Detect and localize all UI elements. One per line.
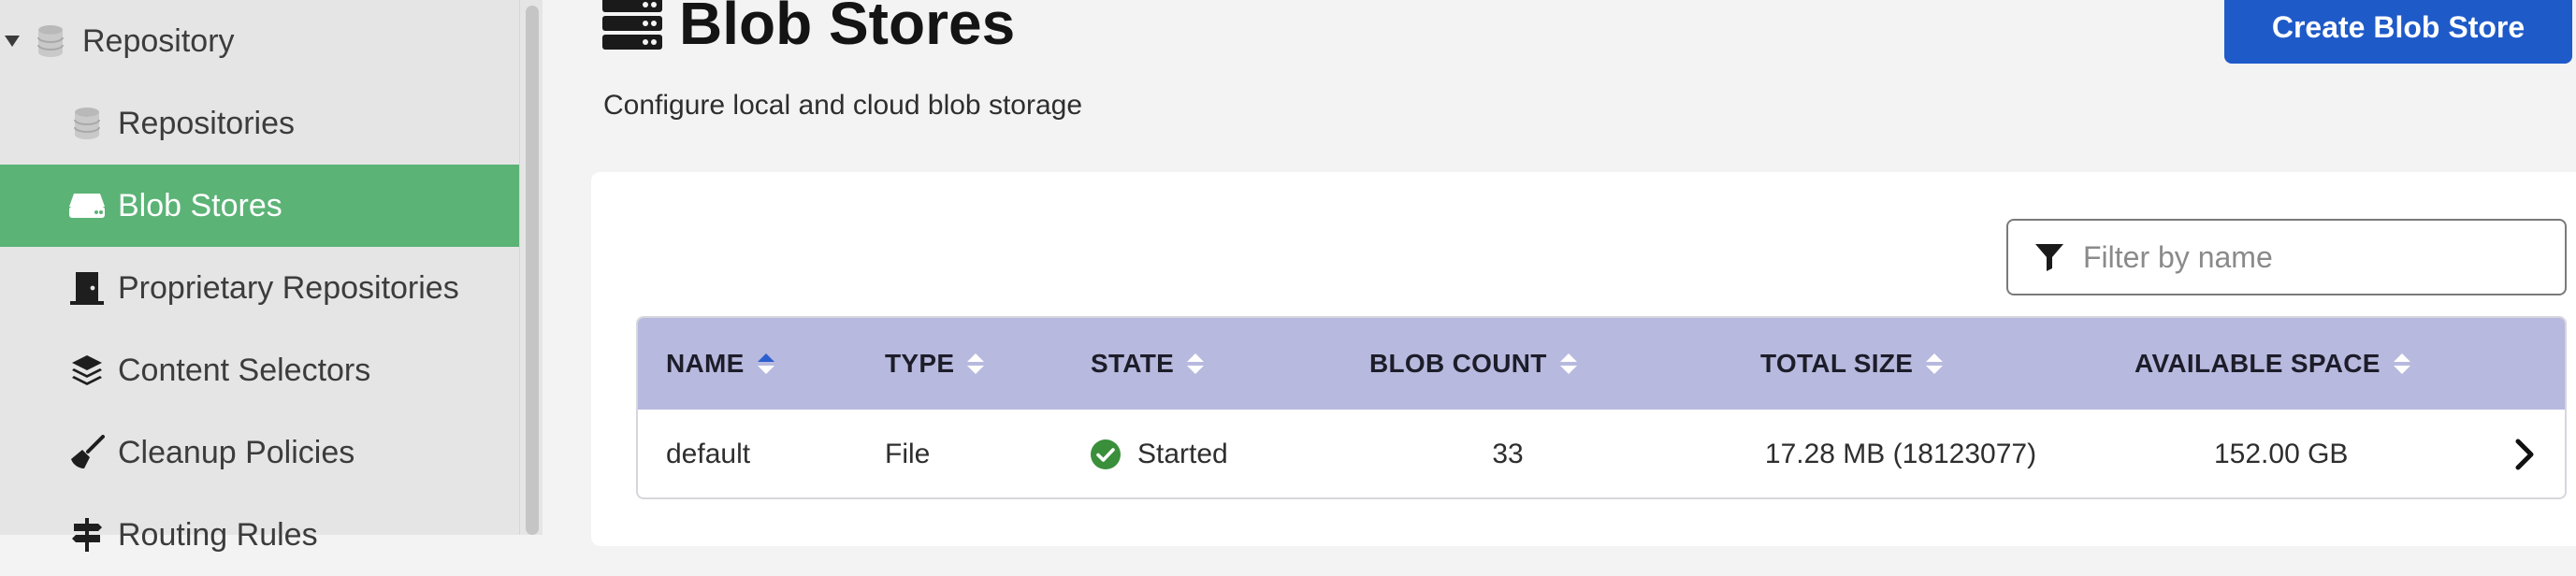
sidebar-item-repository[interactable]: Repository: [0, 0, 519, 82]
filter-input[interactable]: [2081, 238, 2530, 276]
caret-down-icon[interactable]: [4, 33, 21, 50]
column-header-label: NAME: [666, 349, 745, 378]
hard-drive-icon: [68, 187, 106, 224]
sidebar-item-label: Cleanup Policies: [118, 434, 355, 470]
cell-available-space: 152.00 GB: [2214, 439, 2349, 469]
sort-icon[interactable]: [1185, 352, 1206, 376]
cell-type: File: [885, 439, 931, 469]
table-header: NAME TYPE STATE BLOB COUNT TOTAL SIZE AV…: [638, 318, 2565, 410]
column-header-state[interactable]: STATE: [1091, 318, 1206, 410]
create-blob-store-button[interactable]: Create Blob Store: [2224, 0, 2572, 64]
signpost-icon: [68, 516, 106, 554]
column-header-blob-count[interactable]: BLOB COUNT: [1369, 318, 1579, 410]
database-icon: [68, 105, 106, 142]
chevron-right-icon[interactable]: [2511, 438, 2539, 471]
database-icon: [32, 22, 69, 60]
page-title: Blob Stores: [679, 0, 1016, 57]
column-header-label: AVAILABLE SPACE: [2135, 349, 2381, 378]
sidebar: Repository Repositories Blob Stores Prop…: [0, 0, 519, 553]
sort-icon[interactable]: [2392, 352, 2412, 376]
sidebar-item-cleanup-policies[interactable]: Cleanup Policies: [0, 411, 519, 494]
scrollbar-thumb[interactable]: [526, 6, 539, 535]
page-subtitle: Configure local and cloud blob storage: [603, 90, 1083, 121]
broom-icon: [68, 434, 106, 471]
cell-name: default: [666, 439, 751, 469]
check-circle-icon: [1091, 439, 1121, 469]
layers-icon: [68, 352, 106, 389]
sidebar-item-repositories[interactable]: Repositories: [0, 82, 519, 165]
sort-icon[interactable]: [1558, 352, 1579, 376]
column-header-label: STATE: [1091, 349, 1175, 378]
door-icon: [68, 269, 106, 307]
sidebar-item-content-selectors[interactable]: Content Selectors: [0, 329, 519, 411]
sidebar-item-label: Routing Rules: [118, 516, 318, 553]
column-header-label: BLOB COUNT: [1369, 349, 1547, 378]
filter-icon: [2035, 244, 2063, 271]
sort-icon[interactable]: [1924, 352, 1945, 376]
page-header: Blob Stores: [602, 0, 1016, 57]
sidebar-item-label: Repository: [82, 22, 235, 59]
column-header-label: TOTAL SIZE: [1760, 349, 1914, 378]
column-header-total-size[interactable]: TOTAL SIZE: [1760, 318, 1945, 410]
sidebar-item-proprietary-repositories[interactable]: Proprietary Repositories: [0, 247, 519, 329]
cell-blob-count: 33: [1492, 439, 1524, 469]
sort-icon[interactable]: [965, 352, 986, 376]
column-header-name[interactable]: NAME: [666, 318, 776, 410]
column-header-type[interactable]: TYPE: [885, 318, 986, 410]
server-icon: [602, 0, 662, 50]
state-label: Started: [1137, 439, 1228, 469]
cell-state: Started: [1091, 410, 1228, 497]
column-header-label: TYPE: [885, 349, 955, 378]
sidebar-item-blob-stores[interactable]: Blob Stores: [0, 165, 519, 247]
sidebar-item-routing-rules[interactable]: Routing Rules: [0, 494, 519, 576]
blob-stores-table: NAME TYPE STATE BLOB COUNT TOTAL SIZE AV…: [636, 316, 2567, 499]
sidebar-item-label: Content Selectors: [118, 352, 371, 388]
sidebar-item-label: Blob Stores: [118, 187, 282, 223]
sidebar-item-label: Repositories: [118, 105, 295, 141]
sidebar-item-label: Proprietary Repositories: [118, 269, 459, 306]
filter-box[interactable]: [2006, 219, 2567, 295]
sidebar-scrollbar[interactable]: [519, 0, 543, 535]
sort-ascending-icon[interactable]: [756, 352, 776, 376]
cell-total-size: 17.28 MB (18123077): [1764, 439, 2037, 469]
column-header-available-space[interactable]: AVAILABLE SPACE: [2135, 318, 2412, 410]
